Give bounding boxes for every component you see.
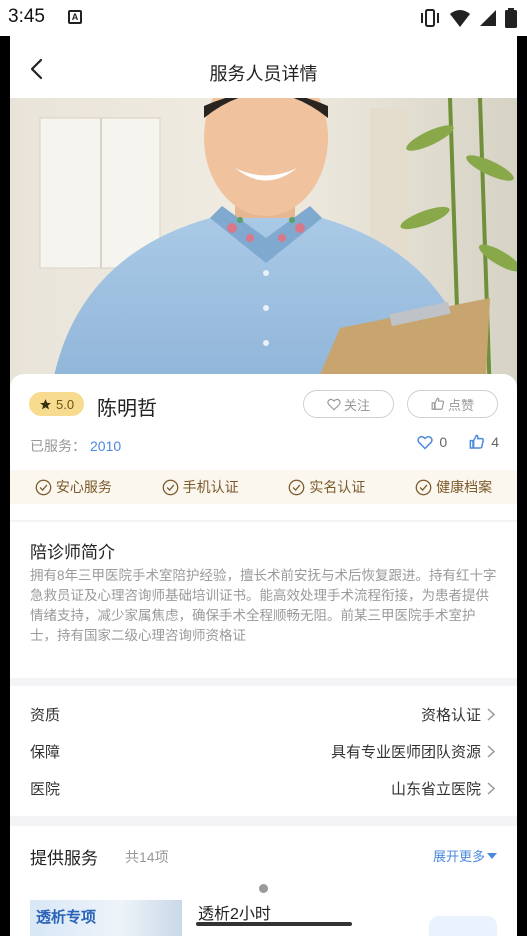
badge-phone-verified: 手机认证 [162,477,239,497]
detail-key: 资质 [30,707,61,724]
intro-text: 拥有8年三甲医院手术室陪护经验，擅长术前安抚与术后恢复跟进。持有红十字急救员证及… [30,568,497,643]
battery-icon [505,8,517,28]
badge-label: 健康档案 [436,479,493,495]
home-indicator[interactable] [196,922,352,926]
thumbs-up-blue-icon [469,434,485,449]
detail-value: 山东省立医院 [391,778,495,799]
favorites-count: 0 [439,434,448,450]
services-count: 共14项 [125,849,169,865]
status-icons [419,8,517,28]
chevron-right-icon [487,708,495,721]
check-circle-icon [289,479,305,495]
profile-card: 5.0 陈明哲 关注 点赞 已服务： 2010 0 4 安心服务 手机认证 实名… [10,374,517,520]
detail-row-qualification[interactable]: 资质 资格认证 [10,696,517,732]
detail-row-hospital[interactable]: 医院 山东省立医院 [10,770,517,806]
intro-title: 陪诊师简介 [30,543,115,562]
service-action-button[interactable] [429,916,497,936]
service-title[interactable]: 透析2小时 [198,900,271,924]
expand-more-label: 展开更多 [432,849,485,864]
like-label: 点赞 [447,397,474,413]
caret-down-icon [487,852,497,859]
status-time: 3:45 [8,6,45,27]
detail-value: 资格认证 [421,704,495,725]
likes-count: 4 [491,434,499,450]
detail-key: 医院 [30,781,61,798]
rating-badge: 5.0 [29,392,85,416]
app-screen: 服务人员详情 5.0 陈明哲 关注 点赞 已服务： 2010 0 4 安心服务 … [10,36,517,936]
expand-more-link[interactable]: 展开更多 [433,846,497,865]
badge-health-record: 健康档案 [415,477,492,497]
served-label: 已服务： [30,438,86,454]
chevron-right-icon [487,745,495,758]
notification-icon: A [68,10,82,24]
scroll-indicator-dot [259,884,268,893]
detail-key: 保障 [30,744,61,761]
signal-icon [480,10,496,26]
rating-value: 5.0 [56,396,75,412]
served-count: 2010 [90,438,122,454]
heart-icon [417,435,434,450]
follow-label: 关注 [343,397,370,413]
badge-label: 安心服务 [55,479,112,495]
intro-section: 陪诊师简介 拥有8年三甲医院手术室陪护经验，擅长术前安抚与术后恢复跟进。持有红十… [10,522,517,678]
detail-value-text: 资格认证 [420,707,481,724]
badge-identity-verified: 实名认证 [288,477,365,497]
profile-photo [10,98,517,398]
chevron-right-icon [487,782,495,795]
follow-button[interactable]: 关注 [303,390,394,418]
badge-label: 手机认证 [182,479,239,495]
page-title: 服务人员详情 [209,64,318,84]
star-icon [40,398,51,409]
badge-safe-service: 安心服务 [35,477,112,497]
vibrate-icon [421,9,439,27]
status-bar: 3:45 A [0,0,527,36]
nav-bar: 服务人员详情 [10,36,517,98]
badge-label: 实名认证 [309,479,366,495]
check-circle-icon [415,479,432,495]
detail-row-guarantee[interactable]: 保障 具有专业医师团队资源 [10,733,517,769]
heart-outline-icon [327,398,341,411]
check-circle-icon [162,479,178,495]
check-circle-icon [35,479,52,495]
detail-value-text: 具有专业医师团队资源 [330,744,481,761]
thumbs-up-icon [431,397,445,410]
wifi-icon [450,10,470,27]
details-section: 资质 资格认证 保障 具有专业医师团队资源 医院 山东省立医院 [10,686,517,816]
served-info: 已服务： 2010 [30,436,121,456]
service-image-label: 透析专项 [36,909,97,926]
services-title: 提供服务 [30,849,98,868]
detail-value: 具有专业医师团队资源 [331,741,495,762]
interaction-counts: 0 4 [417,434,499,450]
like-button[interactable]: 点赞 [407,390,498,418]
detail-value-text: 山东省立医院 [390,781,481,798]
certification-badges: 安心服务 手机认证 实名认证 健康档案 [10,470,517,504]
staff-name: 陈明哲 [97,398,157,420]
services-section: 提供服务 共14项 展开更多 透析专项 透析2小时 [10,826,517,936]
service-image[interactable]: 透析专项 [30,900,182,936]
